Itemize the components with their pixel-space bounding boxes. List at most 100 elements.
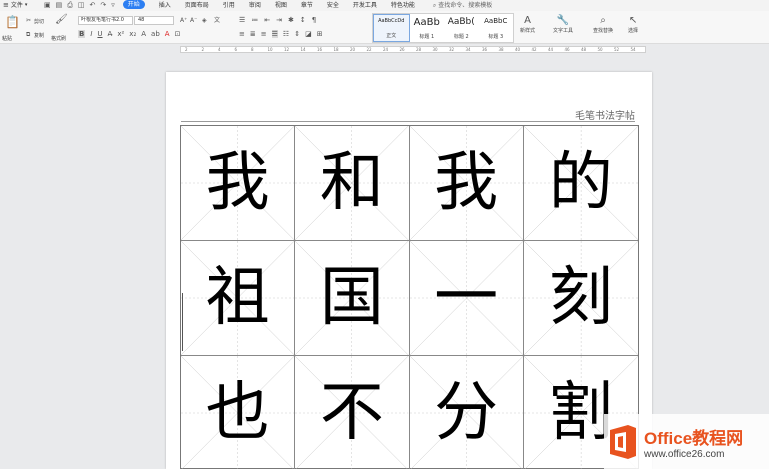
copy-icon[interactable]: ⧉ xyxy=(26,31,30,39)
bullets-icon[interactable]: ☰ xyxy=(239,16,245,24)
underline-icon[interactable]: U xyxy=(97,30,102,38)
ruler-mark: 24 xyxy=(383,47,389,52)
distribute-icon[interactable]: ☷ xyxy=(283,30,289,38)
decrease-indent-icon[interactable]: ⇤ xyxy=(264,16,270,24)
font-name-select[interactable]: 叶根友毛笔行书2.0 xyxy=(78,16,133,25)
undo-icon[interactable]: ↶ xyxy=(89,0,95,11)
styles-gallery: AaBbCcDd 正文 AaBb 标题 1 AaBb(标题 2 AaBbC 标题 3 xyxy=(372,13,514,43)
highlight-icon[interactable]: ab xyxy=(151,30,160,38)
align-center-icon[interactable]: ≣ xyxy=(250,30,256,38)
tab-1[interactable]: 插入 xyxy=(159,0,171,11)
paste-button[interactable]: 粘贴 xyxy=(2,35,12,42)
file-menu[interactable]: ≡ 文件 ▾ xyxy=(0,0,40,11)
ruler-mark: 8 xyxy=(251,47,254,52)
command-search[interactable]: ⌕ 查找命令、搜索模板 xyxy=(433,0,492,11)
ruler-mark: 40 xyxy=(515,47,521,52)
tab-2[interactable]: 页面布局 xyxy=(185,0,209,11)
style-sample: AaBbC xyxy=(484,17,508,25)
style-name: 标题 1 xyxy=(419,34,435,40)
tab-6[interactable]: 章节 xyxy=(301,0,313,11)
wrench-icon: 🔧 xyxy=(556,15,570,26)
more-icon[interactable]: ▿ xyxy=(111,0,115,11)
shrink-font-icon[interactable]: A⁻ xyxy=(190,17,197,25)
style-name: 标题 3 xyxy=(488,34,504,40)
tab-9[interactable]: 特色功能 xyxy=(391,0,415,11)
grid-cell[interactable]: 分 xyxy=(410,356,524,469)
redo-icon[interactable]: ↷ xyxy=(100,0,106,11)
open-icon[interactable]: ▤ xyxy=(56,0,63,11)
ruler-mark: 6 xyxy=(234,47,238,52)
grid-cell[interactable]: 一 xyxy=(409,241,524,356)
grid-cell[interactable]: 我 xyxy=(409,126,524,241)
grid-cell[interactable]: 国 xyxy=(295,241,410,356)
grid-cell[interactable]: 不 xyxy=(295,356,410,469)
increase-indent-icon[interactable]: ⇥ xyxy=(276,16,282,24)
chinese-layout-icon[interactable]: ✱ xyxy=(288,16,294,24)
phonetic-icon[interactable]: 文 xyxy=(214,17,220,25)
ruler-mark: 12 xyxy=(284,47,290,52)
style-item-0[interactable]: AaBbCcDd 正文 xyxy=(373,14,410,42)
paste-icon[interactable]: 📋 xyxy=(5,16,20,28)
shading-icon[interactable]: ◪ xyxy=(305,30,312,38)
style-item-2[interactable]: AaBb(标题 2 xyxy=(444,14,479,42)
scissors-icon[interactable]: ✂ xyxy=(26,17,31,25)
font-effect-icon[interactable]: A xyxy=(141,30,146,38)
ruler-mark: 18 xyxy=(333,47,339,52)
style-item-1[interactable]: AaBb 标题 1 xyxy=(410,14,445,42)
text-tools-label: 文字工具 xyxy=(553,28,574,34)
select-button[interactable]: ↖ 选择 xyxy=(628,15,638,34)
ruler-mark: 36 xyxy=(482,47,488,52)
show-marks-icon[interactable]: ¶ xyxy=(312,16,316,24)
subscript-icon[interactable]: x₂ xyxy=(129,30,136,38)
border-icon[interactable]: ⊞ xyxy=(317,30,323,38)
tab-4[interactable]: 审阅 xyxy=(249,0,261,11)
new-style-button[interactable]: A 新样式 xyxy=(520,15,535,34)
grid-cell[interactable]: 祖 xyxy=(181,241,296,356)
tab-5[interactable]: 视图 xyxy=(275,0,287,11)
superscript-icon[interactable]: x² xyxy=(117,30,124,38)
align-right-icon[interactable]: ≡ xyxy=(261,30,267,38)
ruler-mark: 42 xyxy=(531,47,537,52)
calligraphy-character: 一 xyxy=(434,261,499,335)
sort-icon[interactable]: ↕ xyxy=(300,16,306,24)
ruler-mark: 14 xyxy=(300,47,306,52)
grid-cell[interactable]: 刻 xyxy=(523,241,638,356)
format-painter-button[interactable]: 格式刷 xyxy=(51,35,66,42)
text-tools-button[interactable]: 🔧 文字工具 xyxy=(553,15,573,34)
tab-0[interactable]: 开始 xyxy=(122,0,145,9)
strikethrough-icon[interactable]: A̶ xyxy=(108,30,113,38)
justify-icon[interactable]: ☰ xyxy=(271,30,278,38)
italic-icon[interactable]: I xyxy=(90,30,92,38)
ruler-mark: 34 xyxy=(465,47,471,52)
grid-cell[interactable]: 和 xyxy=(295,126,410,241)
grid-cell[interactable]: 的 xyxy=(523,126,638,241)
format-painter-icon[interactable]: 🖌 xyxy=(55,15,68,25)
horizontal-ruler: 2 2 4 6 8 10 12 14 16 18 20 22 24 26 28 30 32 34 36 38 40 42 4… xyxy=(0,45,769,54)
tab-7[interactable]: 安全 xyxy=(327,0,339,11)
copy-button[interactable]: 复制 xyxy=(34,32,44,39)
document-page[interactable]: 毛笔书法字帖 我和我的祖国一刻也不分割 xyxy=(166,72,652,469)
align-left-icon[interactable]: ≡ xyxy=(239,30,245,38)
font-color-icon[interactable]: A xyxy=(165,30,170,38)
style-name: 正文 xyxy=(386,33,397,39)
ruler-scale[interactable]: 2 2 4 6 8 10 12 14 16 18 20 22 24 26 28 30 32 34 36 38 40 42 4… xyxy=(180,46,646,53)
clear-format-icon[interactable]: ◈ xyxy=(202,17,207,25)
bold-icon[interactable]: B xyxy=(78,30,86,38)
tab-8[interactable]: 开发工具 xyxy=(353,0,377,11)
cut-button[interactable]: 剪切 xyxy=(34,18,44,25)
find-replace-button[interactable]: ⌕ 查找替换 xyxy=(593,15,613,34)
grow-font-icon[interactable]: A⁺ xyxy=(180,17,187,25)
grid-cell[interactable]: 我 xyxy=(181,126,296,241)
tab-3[interactable]: 引用 xyxy=(223,0,235,11)
line-spacing-icon[interactable]: ⇕ xyxy=(294,30,300,38)
font-size-select[interactable]: 48 xyxy=(134,16,174,25)
numbering-icon[interactable]: ≔ xyxy=(251,16,258,24)
grid-cell[interactable]: 也 xyxy=(181,356,296,469)
char-border-icon[interactable]: ⊡ xyxy=(175,30,181,38)
ruler-mark: 48 xyxy=(581,47,587,52)
header-divider xyxy=(181,121,635,122)
print-icon[interactable]: ⎙ xyxy=(67,0,73,11)
save-icon[interactable]: ▣ xyxy=(44,0,51,11)
preview-icon[interactable]: ◫ xyxy=(78,0,85,11)
style-item-3[interactable]: AaBbC 标题 3 xyxy=(479,14,514,42)
